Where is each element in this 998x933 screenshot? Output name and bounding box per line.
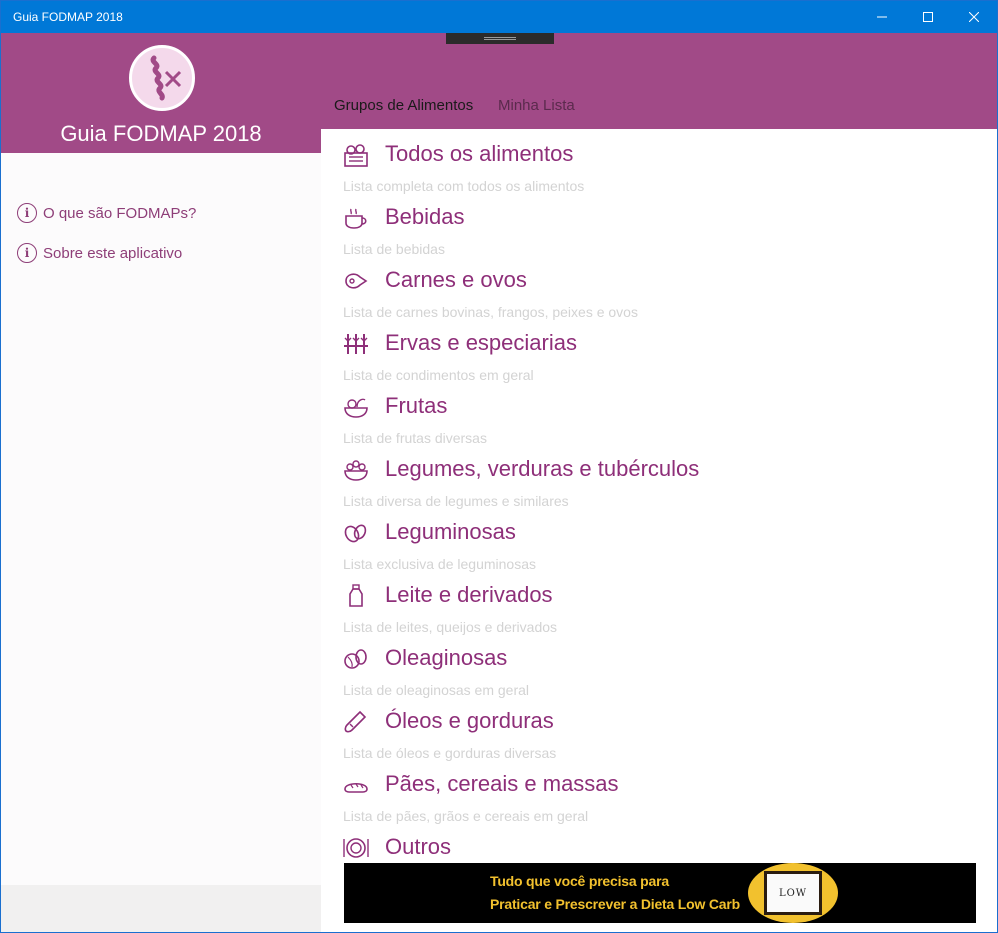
category-title: Pães, cereais e massas	[385, 771, 619, 796]
category-title: Legumes, verduras e tubérculos	[385, 456, 700, 481]
category-title: Leguminosas	[385, 519, 516, 544]
category-title: Carnes e ovos	[385, 267, 527, 292]
drag-handle[interactable]	[446, 33, 554, 44]
herbs-icon	[344, 334, 368, 354]
category-item-herbs-spices[interactable]: Ervas e especiarias Lista de condimentos…	[343, 318, 983, 383]
ad-banner[interactable]: Tudo que você precisa para Praticar e Pr…	[344, 863, 976, 923]
bread-icon	[344, 782, 368, 793]
sidebar-footer	[1, 885, 321, 932]
ad-badge-label: LOW	[764, 871, 822, 915]
other-food-icon	[343, 838, 369, 858]
category-title: Oleaginosas	[385, 645, 508, 670]
close-button[interactable]	[951, 1, 997, 33]
category-title: Frutas	[385, 393, 448, 418]
app-title: Guia FODMAP 2018	[60, 121, 262, 146]
category-title: Outros	[385, 834, 452, 859]
ad-text-line2: Praticar e Prescrever a Dieta Low Carb	[490, 896, 740, 912]
category-list: Todos os alimentos Lista completa com to…	[321, 129, 997, 932]
info-icon: i	[17, 243, 37, 263]
sidebar-link-label: Sobre este aplicativo	[43, 244, 183, 262]
oil-bottle-icon	[344, 710, 367, 733]
category-item-all-foods[interactable]: Todos os alimentos Lista completa com to…	[343, 129, 983, 194]
category-item-fruits[interactable]: Frutas Lista de frutas diversas	[343, 381, 983, 446]
tab-my-list[interactable]: Minha Lista	[498, 97, 575, 114]
beans-icon	[344, 524, 367, 543]
category-item-vegetables[interactable]: Legumes, verduras e tubérculos Lista div…	[343, 444, 983, 509]
maximize-icon	[923, 12, 933, 22]
coffee-cup-icon	[345, 208, 367, 229]
category-item-dairy[interactable]: Leite e derivados Lista de leites, queij…	[343, 570, 983, 635]
drag-line	[484, 37, 516, 38]
milk-bottle-icon	[349, 584, 363, 607]
drag-line	[484, 39, 516, 40]
fruit-bowl-icon	[344, 398, 368, 418]
maximize-button[interactable]	[905, 1, 951, 33]
info-icon: i	[17, 203, 37, 223]
category-item-drinks[interactable]: Bebidas Lista de bebidas	[343, 192, 983, 257]
category-item-legumes[interactable]: Leguminosas Lista exclusiva de leguminos…	[343, 507, 983, 572]
title-bar[interactable]: Guia FODMAP 2018	[1, 1, 997, 33]
category-item-nuts[interactable]: Oleaginosas Lista de oleaginosas em gera…	[343, 633, 983, 698]
category-title: Óleos e gorduras	[385, 708, 554, 733]
sidebar-link-about-app[interactable]: i Sobre este aplicativo	[17, 243, 182, 263]
category-item-breads-cereals[interactable]: Pães, cereais e massas Lista de pães, gr…	[343, 759, 983, 824]
category-title: Leite e derivados	[385, 582, 553, 607]
nuts-icon	[344, 649, 367, 669]
close-icon	[969, 12, 979, 22]
sidebar-link-what-are-fodmaps[interactable]: i O que são FODMAPs?	[17, 203, 196, 223]
vegetable-bowl-icon	[344, 460, 368, 481]
window-title: Guia FODMAP 2018	[13, 10, 123, 24]
category-title: Todos os alimentos	[385, 141, 574, 166]
ad-text-line1: Tudo que você precisa para	[490, 873, 669, 889]
tab-food-groups[interactable]: Grupos de Alimentos	[334, 97, 473, 114]
minimize-icon	[877, 16, 887, 18]
sidebar-link-label: O que são FODMAPs?	[43, 204, 197, 222]
sidebar	[1, 153, 321, 932]
category-title: Ervas e especiarias	[385, 330, 577, 355]
gut-fork-knife-icon	[129, 45, 195, 111]
grocery-box-icon	[344, 144, 368, 167]
category-item-meats-eggs[interactable]: Carnes e ovos Lista de carnes bovinas, f…	[343, 255, 983, 320]
app-window: Guia FODMAP 2018 Guia FODMAP 2018 i O qu	[0, 0, 998, 933]
category-title: Bebidas	[385, 204, 465, 229]
ham-icon	[345, 273, 368, 289]
category-item-oils-fats[interactable]: Óleos e gorduras Lista de óleos e gordur…	[343, 696, 983, 761]
sidebar-header: Guia FODMAP 2018	[1, 33, 321, 153]
minimize-button[interactable]	[859, 1, 905, 33]
